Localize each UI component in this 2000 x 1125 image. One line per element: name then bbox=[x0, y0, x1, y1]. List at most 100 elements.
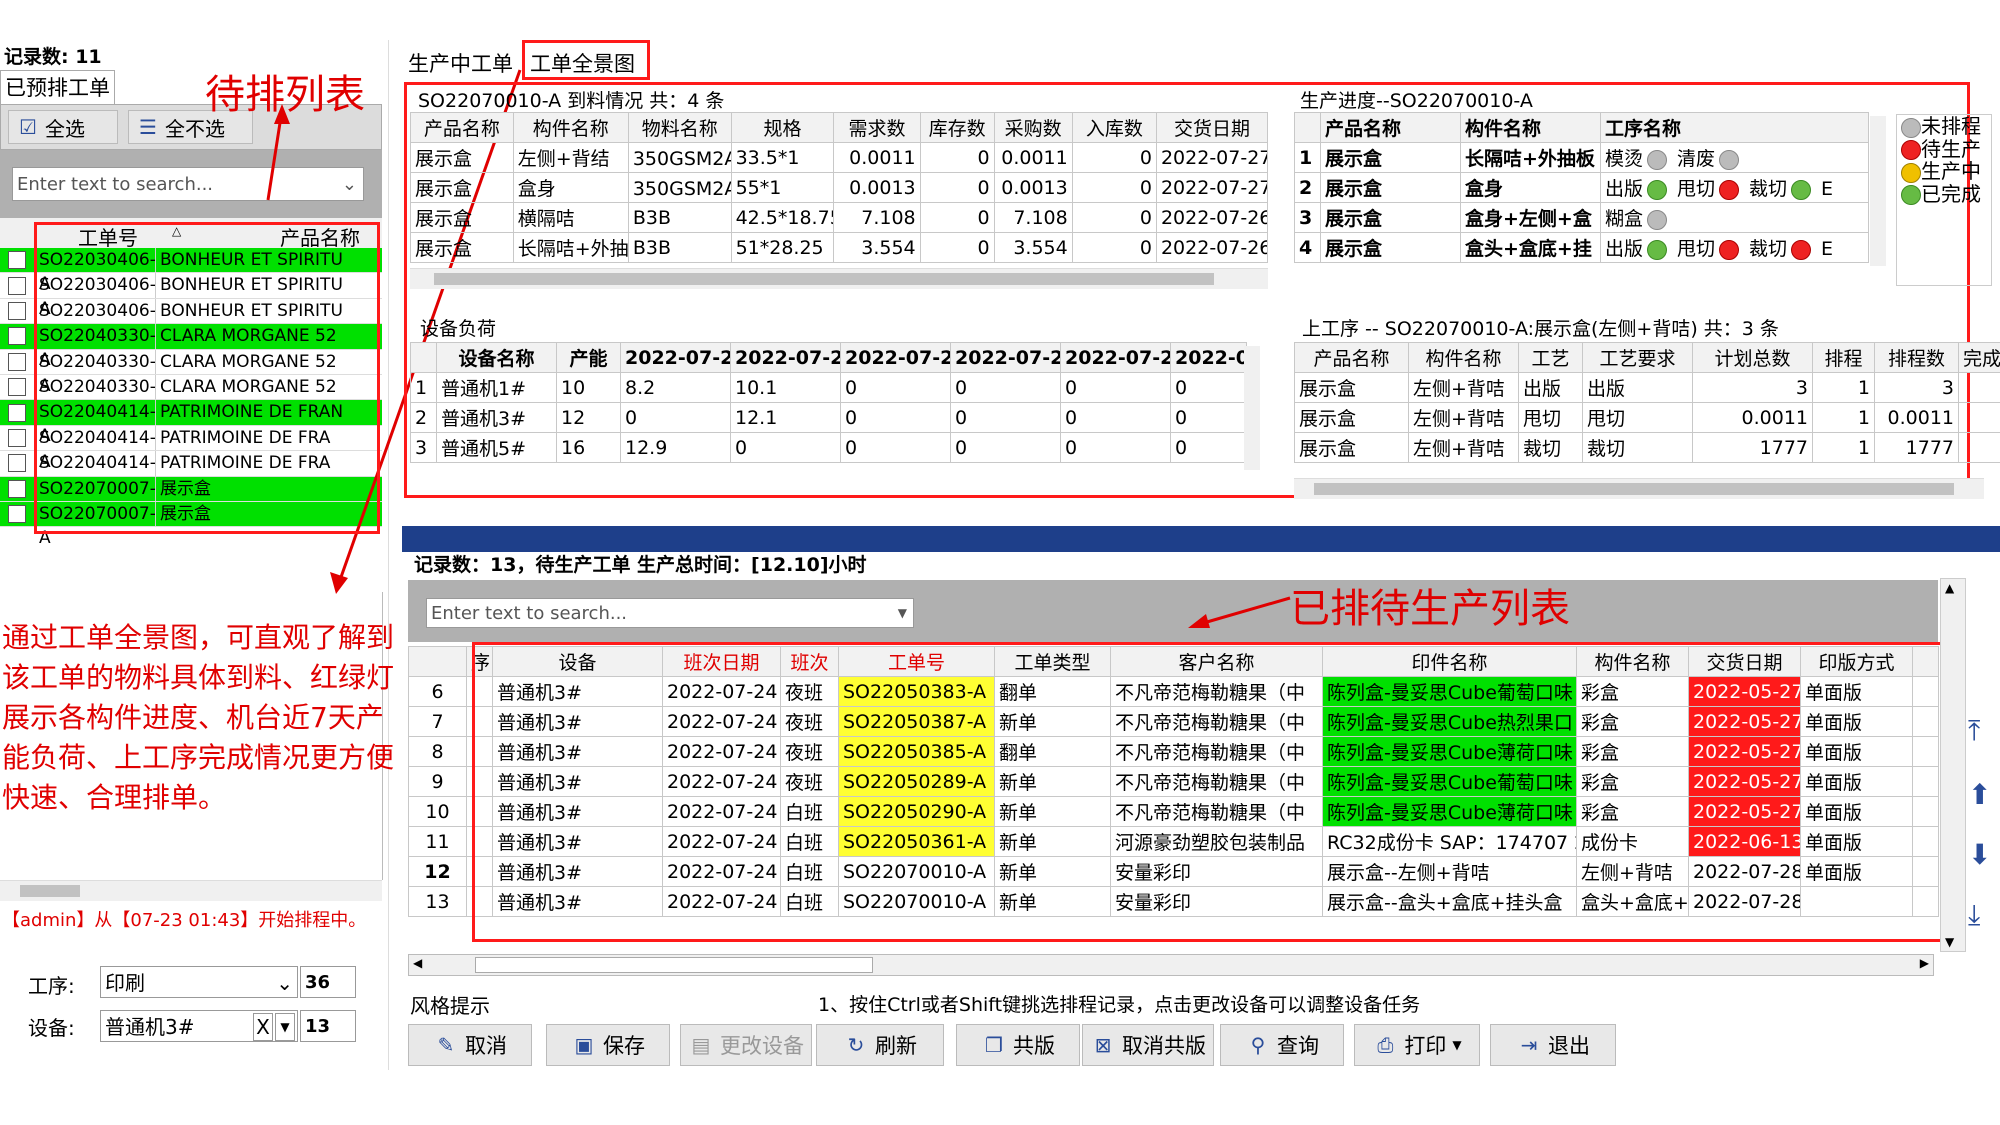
process-step: 甩切 bbox=[1677, 178, 1740, 200]
device-select[interactable]: 普通机3# X ▼ bbox=[100, 1010, 298, 1042]
column-header[interactable]: 构件名称 bbox=[512, 112, 629, 143]
chevron-down-icon[interactable]: ▼ bbox=[1452, 1038, 1461, 1052]
scroll-down-arrow-icon[interactable]: ▼ bbox=[1945, 935, 1954, 949]
column-header[interactable]: 构件名称 bbox=[1408, 342, 1519, 373]
dropdown-arrow-icon[interactable]: ▼ bbox=[898, 606, 907, 620]
column-header[interactable]: 工艺 bbox=[1518, 342, 1583, 373]
table-row[interactable]: 展示盒左侧+背结350GSM2A理33.5*10.001100.00110202… bbox=[410, 142, 1269, 173]
column-header[interactable]: 需求数 bbox=[833, 112, 921, 143]
column-header[interactable]: 交货日期 bbox=[1155, 112, 1269, 143]
scroll-thumb[interactable] bbox=[20, 885, 80, 897]
move-top-icon[interactable]: ⤒ bbox=[1968, 714, 2000, 748]
column-header[interactable]: 计划总数 bbox=[1692, 342, 1813, 373]
column-header[interactable]: 产品名称 bbox=[410, 112, 514, 143]
table-cell: 盒头+盒底+挂 bbox=[1460, 232, 1601, 263]
column-header[interactable]: 构件名称 bbox=[1460, 112, 1601, 143]
process-select[interactable]: 印刷 ⌄ bbox=[100, 966, 298, 998]
panel-splitter[interactable] bbox=[402, 526, 2000, 552]
cancel-label: 取消 bbox=[465, 1034, 507, 1058]
column-header[interactable]: 产品名称 bbox=[1294, 342, 1409, 373]
column-header[interactable]: 排程 bbox=[1812, 342, 1875, 373]
table-row[interactable]: 展示盒 左侧+背咭 裁切 裁切 1777 1 1777 bbox=[1294, 432, 2000, 463]
cancel-share-plate-button[interactable]: ⊠ 取消共版 bbox=[1082, 1024, 1214, 1066]
print-button[interactable]: ⎙ 打印 ▼ bbox=[1354, 1024, 1480, 1066]
column-header[interactable]: 采购数 bbox=[993, 112, 1073, 143]
refresh-button[interactable]: ↻ 刷新 bbox=[816, 1024, 944, 1066]
row-number: 12 bbox=[408, 856, 467, 887]
table-row[interactable]: 2 展示盒 盒身 出版 甩切 裁切 E bbox=[1294, 172, 1869, 203]
column-header[interactable]: 设备名称 bbox=[436, 342, 557, 373]
scheduled-summary: 记录数：13，待生产工单 生产总时间：[12.10]小时 bbox=[414, 554, 867, 576]
change-device-button[interactable]: ▤ 更改设备 bbox=[680, 1024, 812, 1066]
table-row[interactable]: 1 普通机1# 10 8.2 10.1 0 0 0 0 bbox=[410, 372, 1247, 403]
material-scrollbar[interactable] bbox=[410, 268, 1268, 289]
scheduled-hscroll[interactable]: ◀ ▶ bbox=[408, 954, 1934, 976]
status-dot-icon bbox=[1647, 179, 1668, 200]
save-button[interactable]: ▣ 保存 bbox=[546, 1024, 670, 1066]
column-header[interactable]: 规格 bbox=[730, 112, 835, 143]
progress-vscroll[interactable] bbox=[1870, 116, 1886, 266]
scroll-left-arrow-icon[interactable]: ◀ bbox=[413, 956, 422, 970]
cancel-button[interactable]: ✎ 取消 bbox=[408, 1024, 532, 1066]
column-header[interactable]: 工艺要求 bbox=[1582, 342, 1693, 373]
column-header[interactable]: 2022-07-26 bbox=[950, 342, 1061, 373]
process-step: E bbox=[1821, 238, 1833, 260]
column-header[interactable]: 2022-07 bbox=[1170, 342, 1247, 373]
tab-in-production[interactable]: 生产中工单 bbox=[408, 48, 513, 78]
scroll-right-arrow-icon[interactable]: ▶ bbox=[1920, 956, 1929, 970]
column-header[interactable]: 2022-07-23 bbox=[620, 342, 731, 373]
scheduled-vscroll[interactable]: ▲ ▼ bbox=[1940, 578, 1966, 952]
table-row[interactable]: 4 展示盒 盒头+盒底+挂 出版 甩切 裁切 E bbox=[1294, 232, 1869, 263]
process-step-label: E bbox=[1821, 238, 1834, 260]
table-row[interactable]: 3 展示盒 盒身+左侧+盒 糊盒 bbox=[1294, 202, 1869, 233]
upstream-scrollbar[interactable] bbox=[1294, 478, 1984, 499]
equipment-vscroll[interactable] bbox=[1244, 346, 1260, 470]
print-label: 打印 bbox=[1404, 1034, 1447, 1058]
dropdown-arrow-icon[interactable]: ▼ bbox=[275, 1013, 295, 1041]
process-count-field[interactable]: 36 bbox=[300, 966, 356, 998]
column-header[interactable]: 入库数 bbox=[1071, 112, 1157, 143]
table-cell: 55*1 bbox=[730, 172, 835, 203]
process-step-label: E bbox=[1821, 178, 1834, 200]
chevron-down-icon[interactable]: ⌄ bbox=[276, 967, 293, 999]
process-step-label: 出版 bbox=[1605, 238, 1644, 260]
status-dot-icon bbox=[1647, 149, 1668, 170]
column-header[interactable]: 产能 bbox=[556, 342, 621, 373]
column-header[interactable]: 排程数 bbox=[1874, 342, 1959, 373]
table-row[interactable]: 2 普通机3# 12 0 12.1 0 0 0 0 bbox=[410, 402, 1247, 433]
table-row[interactable]: 3 普通机5# 16 12.9 0 0 0 0 0 bbox=[410, 432, 1247, 463]
table-row[interactable]: 展示盒 左侧+背咭 出版 出版 3 1 3 bbox=[1294, 372, 2000, 403]
column-header[interactable]: 物料名称 bbox=[627, 112, 732, 143]
exit-button[interactable]: ⇥ 退出 bbox=[1490, 1024, 1616, 1066]
table-cell: 盒身 bbox=[1460, 172, 1601, 203]
column-header[interactable]: 2022-07-24 bbox=[730, 342, 841, 373]
scroll-thumb[interactable] bbox=[1314, 483, 1954, 495]
column-header[interactable]: 2022-07-27 bbox=[1060, 342, 1171, 373]
move-up-icon[interactable]: ⬆ bbox=[1968, 778, 2000, 838]
table-row[interactable]: 展示盒 长隔咭+外抽 B3B 51*28.25 3.554 0 3.554 0 2022-07-… bbox=[410, 232, 1269, 263]
table-cell: 普通机1# bbox=[436, 372, 557, 403]
process-step-label: 甩切 bbox=[1677, 178, 1716, 200]
table-cell: 0.0013 bbox=[833, 172, 921, 203]
table-row[interactable]: 1 展示盒 长隔咭+外抽板 模烫 清废 bbox=[1294, 142, 1869, 173]
table-cell: 普通机3# bbox=[436, 402, 557, 433]
column-header[interactable]: 库存数 bbox=[919, 112, 995, 143]
scroll-thumb[interactable] bbox=[475, 957, 873, 973]
scroll-up-arrow-icon[interactable]: ▲ bbox=[1945, 581, 1954, 595]
column-header[interactable]: 完成 bbox=[1958, 342, 2000, 373]
clear-icon[interactable]: X bbox=[253, 1013, 273, 1041]
table-row[interactable]: 展示盒盒身350GSM2A理55*10.001300.001302022-07-… bbox=[410, 172, 1269, 203]
column-header[interactable]: 工序名称 bbox=[1600, 112, 1869, 143]
left-horizontal-scrollbar[interactable] bbox=[0, 880, 382, 901]
column-header[interactable]: 产品名称 bbox=[1320, 112, 1461, 143]
scheduled-search-input[interactable]: Enter text to search... ▼ bbox=[426, 598, 914, 628]
table-row[interactable]: 展示盒 横隔咭 B3B 42.5*18.75 7.108 0 7.108 0 2022-07-2… bbox=[410, 202, 1269, 233]
column-header[interactable]: 2022-07-25 bbox=[840, 342, 951, 373]
device-count-field[interactable]: 13 bbox=[300, 1010, 356, 1042]
query-button[interactable]: ⚲ 查询 bbox=[1220, 1024, 1344, 1066]
scroll-thumb[interactable] bbox=[434, 273, 1214, 285]
move-bottom-icon[interactable]: ⤓ bbox=[1968, 898, 2000, 932]
table-row[interactable]: 展示盒 左侧+背咭 甩切 甩切 0.0011 1 0.0011 bbox=[1294, 402, 2000, 433]
move-down-icon[interactable]: ⬇ bbox=[1968, 838, 2000, 898]
share-plate-button[interactable]: ❐ 共版 bbox=[956, 1024, 1080, 1066]
